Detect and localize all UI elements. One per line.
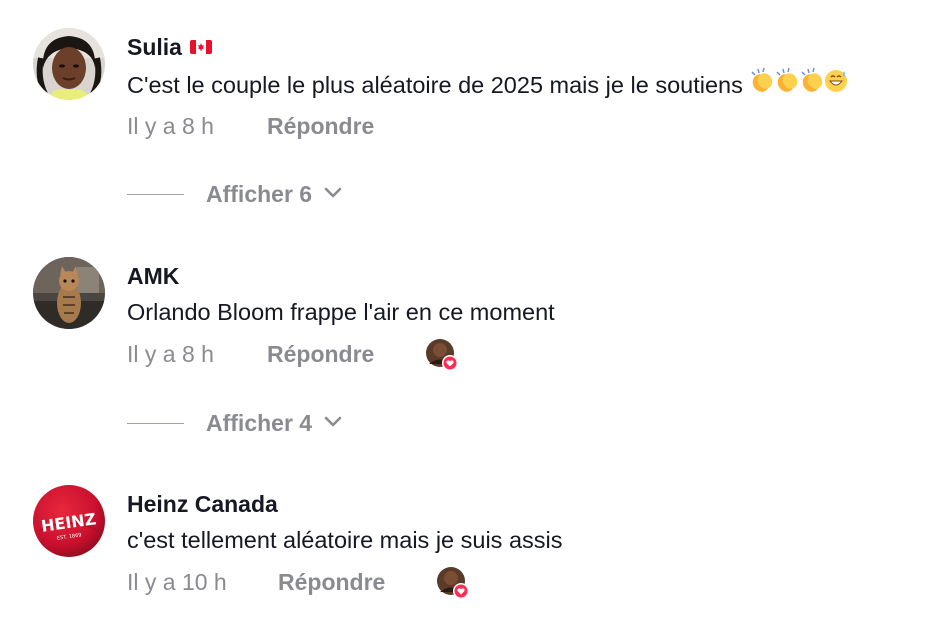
- chevron-down-icon: [324, 415, 342, 433]
- avatar[interactable]: [33, 257, 105, 329]
- comment-timestamp: Il y a 10 h: [127, 569, 227, 595]
- comment-text: C'est le couple le plus aléatoire de 202…: [127, 67, 849, 104]
- reply-button[interactable]: Répondre: [278, 569, 385, 596]
- comment-text: c'est tellement aléatoire mais je suis a…: [127, 527, 563, 553]
- view-replies-button[interactable]: Afficher 6: [127, 181, 342, 208]
- clapping-hands-icon: [776, 67, 798, 92]
- chevron-down-icon: [324, 186, 342, 204]
- divider-line: [127, 194, 184, 195]
- clapping-hands-icon: [751, 67, 773, 92]
- username[interactable]: AMK: [127, 263, 179, 290]
- comment-timestamp: Il y a 8 h: [127, 341, 214, 367]
- reply-button[interactable]: Répondre: [267, 341, 374, 368]
- canada-flag-icon: [189, 33, 212, 60]
- emoji-group: [749, 67, 849, 101]
- avatar[interactable]: HEINZ EST. 1869: [33, 485, 105, 557]
- username[interactable]: Heinz Canada: [127, 491, 278, 518]
- grinning-sweat-icon: [824, 70, 847, 92]
- reply-button[interactable]: Répondre: [267, 113, 374, 140]
- creator-liked-icon: [425, 338, 459, 372]
- creator-liked-icon: [436, 566, 470, 600]
- view-replies-button[interactable]: Afficher 4: [127, 410, 342, 437]
- divider-line: [127, 423, 184, 424]
- comment-text: Orlando Bloom frappe l'air en ce moment: [127, 299, 555, 325]
- comment-timestamp: Il y a 8 h: [127, 113, 214, 139]
- avatar[interactable]: [33, 28, 105, 100]
- clapping-hands-icon: [801, 67, 823, 92]
- username[interactable]: Sulia: [127, 34, 212, 62]
